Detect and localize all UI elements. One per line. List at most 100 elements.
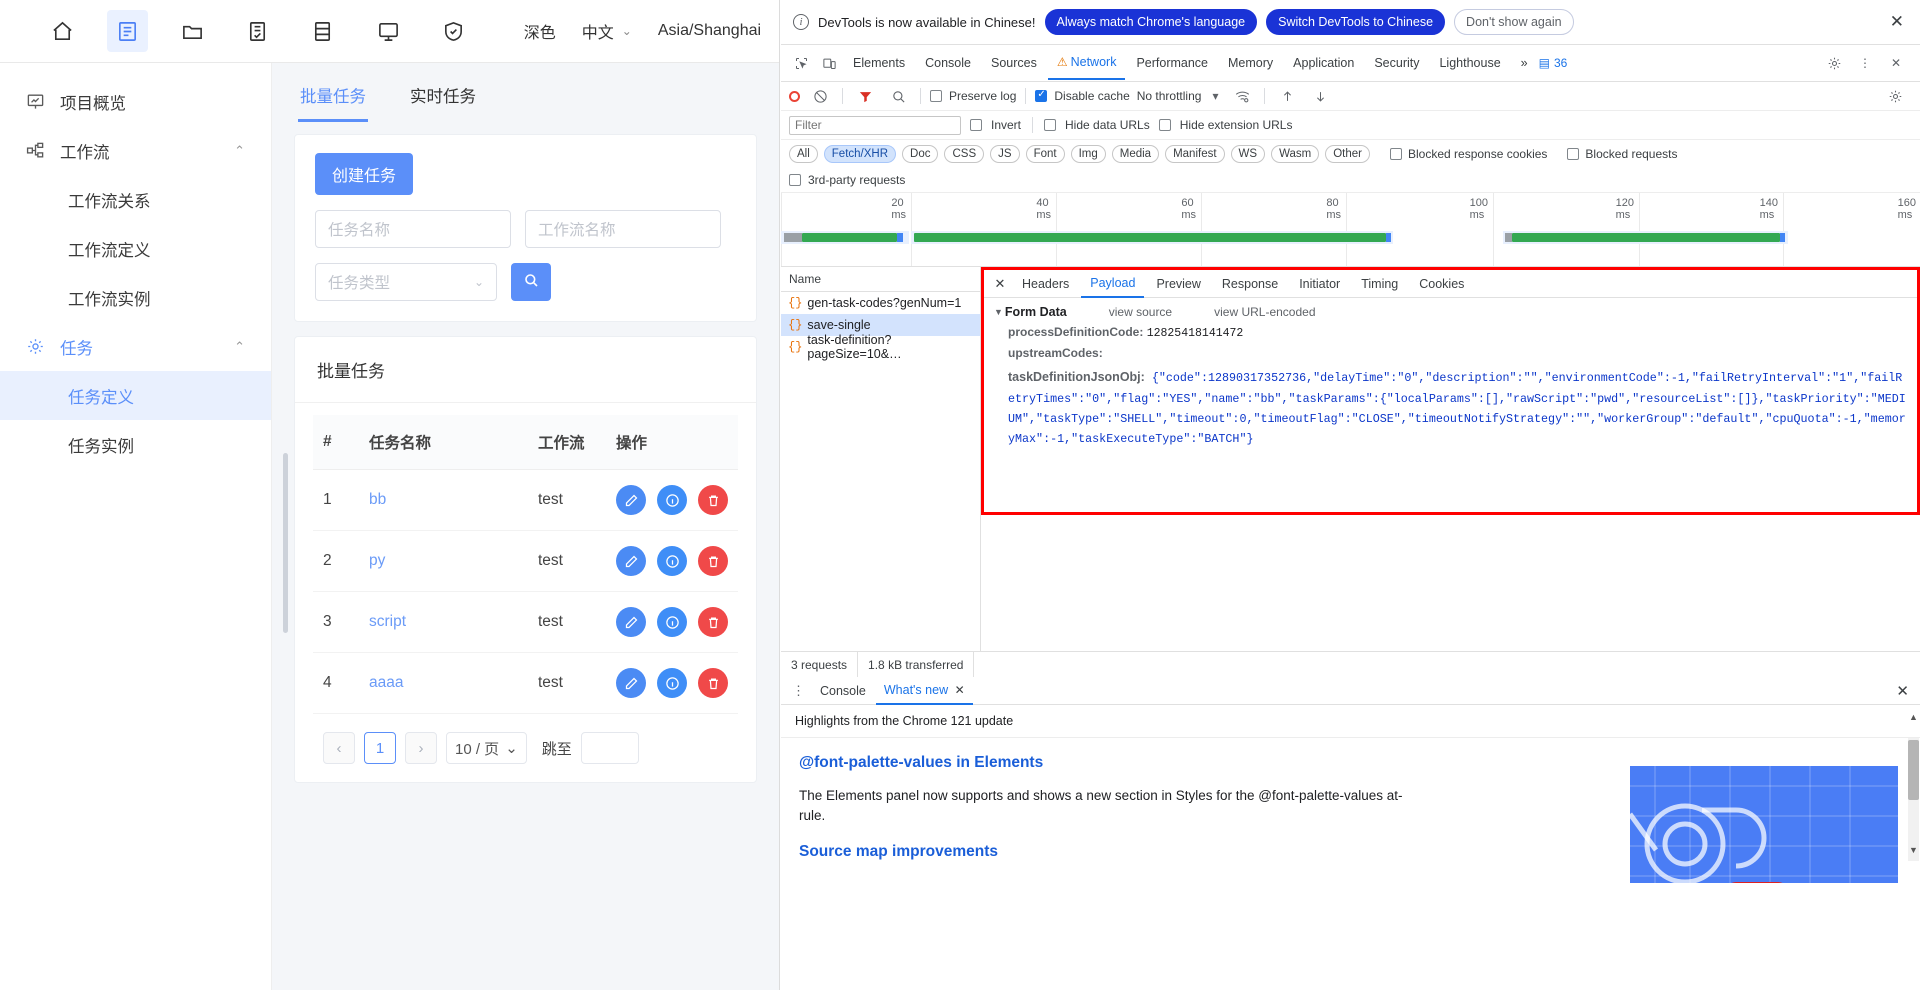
close-devtools-icon[interactable]: ✕ [1883,50,1909,76]
task-name-link[interactable]: aaaa [369,674,403,691]
close-detail-icon[interactable]: ✕ [990,276,1010,292]
sidebar-item-task-instance[interactable]: 任务实例 [0,420,271,469]
always-match-language-button[interactable]: Always match Chrome's language [1044,9,1258,35]
chip-css[interactable]: CSS [944,144,985,163]
datasource-icon[interactable] [237,10,278,52]
message-count-badge[interactable]: ▤ 36 [1539,56,1568,70]
sidebar-item-workflow-relation[interactable]: 工作流关系 [0,175,271,224]
chip-ws[interactable]: WS [1230,144,1266,163]
chevron-down-icon[interactable]: ⌄ [622,24,632,38]
hide-data-urls-checkbox[interactable] [1044,119,1057,131]
import-har-icon[interactable] [1274,83,1300,109]
tab-memory[interactable]: Memory [1219,47,1282,79]
invert-checkbox[interactable] [970,119,982,131]
kebab-menu-icon[interactable]: ⋮ [1852,50,1878,76]
network-overview[interactable]: 20 ms 40 ms 60 ms 80 ms 100 ms 120 ms 14… [781,193,1920,267]
tab-console[interactable]: Console [916,47,980,79]
monitor-db-icon[interactable] [302,10,343,52]
task-type-select[interactable]: 任务类型 ⌄ [315,263,497,301]
edit-icon[interactable] [616,607,646,637]
invert-label[interactable]: Invert [991,118,1021,132]
triangle-down-icon[interactable]: ▼ [994,307,1003,317]
hide-data-urls-label[interactable]: Hide data URLs [1065,118,1150,132]
chip-img[interactable]: Img [1070,144,1106,163]
edit-icon[interactable] [616,668,646,698]
info-icon[interactable] [657,546,687,576]
request-row[interactable]: {} gen-task-codes?genNum=1 [781,292,980,314]
page-size-select[interactable]: 10 / 页 ⌄ [446,732,527,764]
jump-input[interactable] [580,732,639,764]
security-icon[interactable] [433,10,474,52]
chevron-down-icon[interactable]: ▾ [1208,83,1222,109]
tab-response[interactable]: Response [1213,271,1287,297]
timezone-select[interactable]: Asia/Shanghai [658,22,761,40]
chip-manifest[interactable]: Manifest [1165,144,1225,163]
sidebar-group-task[interactable]: 任务 ⌃ [0,322,271,371]
search-button[interactable] [511,263,551,301]
tab-preview[interactable]: Preview [1147,271,1209,297]
request-list-header[interactable]: Name [781,267,980,292]
filter-input[interactable]: Filter [789,115,961,135]
close-icon[interactable]: ✕ [1890,12,1908,32]
settings-gear-icon[interactable] [1821,50,1847,76]
third-party-requests-label[interactable]: 3rd-party requests [808,173,905,187]
language-select[interactable]: 中文 [582,19,614,43]
third-party-requests-checkbox[interactable] [789,173,801,186]
chip-font[interactable]: Font [1025,144,1065,163]
blocked-requests-label[interactable]: Blocked requests [1585,147,1677,161]
view-url-encoded-link[interactable]: view URL-encoded [1214,305,1315,319]
preserve-log-label[interactable]: Preserve log [949,89,1016,103]
sidebar-item-task-definition[interactable]: 任务定义 [0,371,271,420]
tab-realtime-task[interactable]: 实时任务 [408,77,478,122]
more-tabs-icon[interactable]: » [1512,47,1537,79]
task-name-input[interactable]: 任务名称 [315,210,511,248]
drawer-tab-whats-new[interactable]: What's new ✕ [875,677,973,705]
chip-other[interactable]: Other [1325,144,1370,163]
edit-icon[interactable] [616,485,646,515]
chip-js[interactable]: JS [990,144,1020,163]
view-source-link[interactable]: view source [1109,305,1172,319]
wifi-settings-icon[interactable] [1229,83,1255,109]
tab-timing[interactable]: Timing [1352,271,1407,297]
project-icon[interactable] [107,10,149,52]
page-prev-button[interactable]: ‹ [323,732,355,764]
inspect-element-icon[interactable] [788,50,814,76]
close-drawer-icon[interactable]: ✕ [1896,682,1914,700]
clear-icon[interactable] [807,83,833,109]
sidebar-item-workflow-instance[interactable]: 工作流实例 [0,273,271,322]
tab-security[interactable]: Security [1365,47,1428,79]
sidebar-item-workflow-definition[interactable]: 工作流定义 [0,224,271,273]
scroll-up-icon[interactable]: ▲ [1908,712,1919,722]
page-next-button[interactable]: › [405,732,437,764]
edit-icon[interactable] [616,546,646,576]
hide-extension-urls-checkbox[interactable] [1158,119,1171,131]
task-name-link[interactable]: script [369,613,406,630]
sidebar-group-workflow[interactable]: 工作流 ⌃ [0,126,271,175]
chip-media[interactable]: Media [1111,144,1160,163]
drawer-kebab-icon[interactable]: ⋮ [787,683,810,699]
home-icon[interactable] [42,10,83,52]
blocked-response-cookies-label[interactable]: Blocked response cookies [1408,147,1547,161]
switch-devtools-language-button[interactable]: Switch DevTools to Chinese [1266,9,1446,35]
network-settings-gear-icon[interactable] [1882,83,1908,109]
info-icon[interactable] [657,485,687,515]
tab-batch-task[interactable]: 批量任务 [298,77,368,122]
hide-extension-urls-label[interactable]: Hide extension URLs [1180,118,1293,132]
task-name-link[interactable]: bb [369,491,386,508]
task-name-link[interactable]: py [369,552,385,569]
sidebar-item-overview[interactable]: 项目概览 [0,77,271,126]
chevron-up-icon[interactable]: ⌃ [234,143,245,159]
scroll-down-icon[interactable]: ▼ [1908,845,1919,855]
chip-fetch-xhr[interactable]: Fetch/XHR [823,144,897,163]
close-icon[interactable]: ✕ [955,683,965,697]
export-har-icon[interactable] [1307,83,1333,109]
delete-icon[interactable] [698,668,728,698]
chip-doc[interactable]: Doc [902,144,939,163]
throttling-select[interactable]: No throttling [1137,89,1202,103]
disable-cache-label[interactable]: Disable cache [1054,89,1129,103]
tab-initiator[interactable]: Initiator [1290,271,1349,297]
delete-icon[interactable] [698,546,728,576]
chip-all[interactable]: All [789,144,818,163]
tab-cookies[interactable]: Cookies [1410,271,1473,297]
disable-cache-checkbox[interactable] [1035,89,1048,102]
